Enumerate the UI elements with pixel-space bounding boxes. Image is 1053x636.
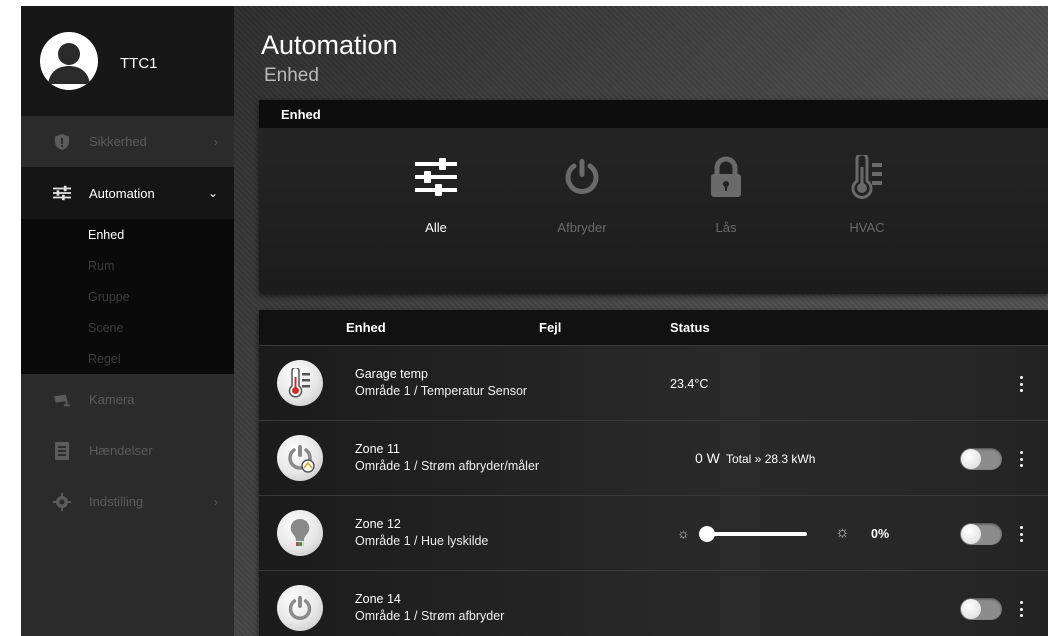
toggle-knob xyxy=(961,449,981,469)
table-row[interactable]: Garage temp Område 1 / Temperatur Sensor… xyxy=(259,345,1048,420)
table-row[interactable]: Zone 11 Område 1 / Strøm afbryder/måler … xyxy=(259,420,1048,495)
column-header-fejl[interactable]: Fejl xyxy=(539,320,561,335)
shield-icon xyxy=(53,133,71,151)
power-icon xyxy=(277,585,323,631)
power-toggle[interactable] xyxy=(960,598,1002,620)
panel-header: Enhed xyxy=(259,100,1048,128)
more-options-icon[interactable] xyxy=(1016,373,1026,395)
page-subtitle: Enhed xyxy=(264,65,319,86)
sliders-icon xyxy=(53,184,71,202)
thermometer-icon xyxy=(277,360,323,406)
device-type-filters: Alle Afbryder Lås HVAC xyxy=(259,152,1048,262)
avatar[interactable] xyxy=(40,32,98,90)
sun-large-icon: ☼ xyxy=(835,524,850,541)
chevron-right-icon: › xyxy=(214,134,218,149)
energy-total: Total » 28.3 kWh xyxy=(726,452,816,466)
table-row[interactable]: Zone 12 Område 1 / Hue lyskilde ☼ ☼ 0% xyxy=(259,495,1048,570)
filter-label: Lås xyxy=(715,220,737,235)
username: TTC1 xyxy=(120,54,158,72)
power-meter-icon xyxy=(277,435,323,481)
device-area: Område 1 / Strøm afbryder xyxy=(355,609,505,623)
log-icon xyxy=(53,441,71,460)
sliders-icon xyxy=(386,152,486,202)
main-content: Automation Enhed Enhed Alle Afbryder Lås… xyxy=(234,6,1048,636)
chevron-right-icon: › xyxy=(214,494,218,509)
more-options-icon[interactable] xyxy=(1016,598,1026,620)
sidebar-item-indstilling[interactable]: Indstilling › xyxy=(21,476,234,527)
table-row[interactable]: Zone 14 Område 1 / Strøm afbryder xyxy=(259,570,1048,636)
power-icon xyxy=(532,152,632,202)
power-toggle[interactable] xyxy=(960,448,1002,470)
gear-icon xyxy=(53,492,71,511)
sidebar-item-label: Kamera xyxy=(89,392,135,407)
sidebar-item-haendelser[interactable]: Hændelser xyxy=(21,425,234,476)
power-toggle[interactable] xyxy=(960,523,1002,545)
submenu-item-rum[interactable]: Rum xyxy=(21,250,234,281)
sun-small-icon: ☼ xyxy=(677,525,690,541)
sidebar-item-kamera[interactable]: Kamera xyxy=(21,374,234,425)
filter-afbryder[interactable]: Afbryder xyxy=(532,152,632,235)
submenu-item-enhed[interactable]: Enhed xyxy=(21,219,234,250)
sidebar-item-label: Hændelser xyxy=(89,443,153,458)
sidebar-item-automation[interactable]: Automation ⌄ xyxy=(21,167,234,219)
column-header-status[interactable]: Status xyxy=(670,320,710,335)
device-area: Område 1 / Hue lyskilde xyxy=(355,534,489,548)
device-name: Garage temp xyxy=(355,367,428,381)
bulb-icon xyxy=(277,510,323,556)
submenu-item-gruppe[interactable]: Gruppe xyxy=(21,281,234,312)
device-area: Område 1 / Temperatur Sensor xyxy=(355,384,528,398)
column-header-enhed[interactable]: Enhed xyxy=(346,320,386,335)
dim-level: 0% xyxy=(871,527,890,541)
filter-label: Afbryder xyxy=(557,220,607,235)
toggle-knob xyxy=(961,524,981,544)
toggle-knob xyxy=(961,599,981,619)
filter-laas[interactable]: Lås xyxy=(676,152,776,235)
profile-header: TTC1 xyxy=(21,6,234,116)
dimmer-slider[interactable]: ☼ ☼ xyxy=(677,524,877,544)
device-name: Zone 14 xyxy=(355,592,401,606)
more-options-icon[interactable] xyxy=(1016,448,1026,470)
power-reading: 0 W xyxy=(695,450,720,466)
sidebar-item-label: Automation xyxy=(89,185,155,201)
submenu-item-scene[interactable]: Scene xyxy=(21,312,234,343)
filter-label: Alle xyxy=(425,220,447,235)
filter-hvac[interactable]: HVAC xyxy=(817,152,917,235)
device-area: Område 1 / Strøm afbryder/måler xyxy=(355,459,540,473)
camera-icon xyxy=(53,391,71,409)
device-status: 23.4°C xyxy=(670,377,709,391)
thermometer-icon xyxy=(817,152,917,202)
page-title: Automation xyxy=(261,30,398,60)
automation-submenu: Enhed Rum Gruppe Scene Regel xyxy=(21,219,234,374)
filter-label: HVAC xyxy=(849,220,885,235)
chevron-down-icon: ⌄ xyxy=(207,186,218,200)
slider-handle[interactable] xyxy=(699,526,715,542)
slider-track[interactable] xyxy=(709,532,807,536)
filter-alle[interactable]: Alle xyxy=(386,152,486,235)
sidebar-item-sikkerhed[interactable]: Sikkerhed › xyxy=(21,116,234,167)
user-icon xyxy=(48,43,90,84)
sidebar: TTC1 Sikkerhed › Automation ⌄ Enhed Rum xyxy=(21,6,234,636)
device-name: Zone 12 xyxy=(355,517,401,531)
sidebar-nav: Sikkerhed › Automation ⌄ Enhed Rum Grupp… xyxy=(21,116,234,527)
sidebar-item-label: Sikkerhed xyxy=(89,134,147,149)
device-type-panel: Enhed Alle Afbryder Lås HVAC xyxy=(259,100,1048,294)
device-list-panel: Enhed Fejl Status Garage temp Område 1 /… xyxy=(259,310,1048,636)
table-header: Enhed Fejl Status xyxy=(259,310,1048,345)
lock-icon xyxy=(676,152,776,202)
submenu-item-regel[interactable]: Regel xyxy=(21,343,234,374)
device-name: Zone 11 xyxy=(355,442,400,456)
more-options-icon[interactable] xyxy=(1016,523,1026,545)
sidebar-item-label: Indstilling xyxy=(89,494,144,509)
